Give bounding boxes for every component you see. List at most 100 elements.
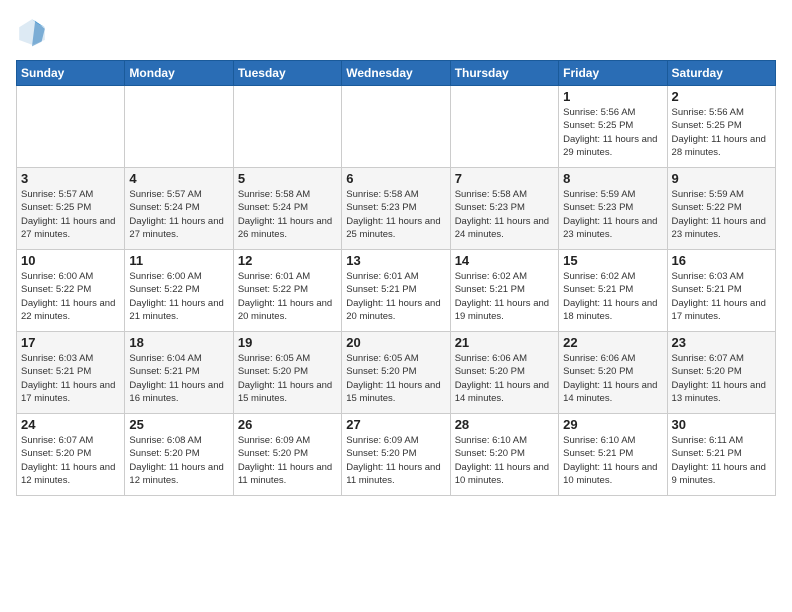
day-number: 5 bbox=[238, 171, 337, 186]
day-number: 26 bbox=[238, 417, 337, 432]
calendar-cell: 7 Sunrise: 5:58 AM Sunset: 5:23 PM Daylig… bbox=[450, 168, 558, 250]
day-info: Sunrise: 6:03 AM Sunset: 5:21 PM Dayligh… bbox=[21, 352, 120, 405]
day-info: Sunrise: 5:57 AM Sunset: 5:24 PM Dayligh… bbox=[129, 188, 228, 241]
calendar-cell: 20 Sunrise: 6:05 AM Sunset: 5:20 PM Dayli… bbox=[342, 332, 450, 414]
day-number: 12 bbox=[238, 253, 337, 268]
weekday-header: Saturday bbox=[667, 61, 775, 86]
weekday-header: Monday bbox=[125, 61, 233, 86]
calendar-cell: 17 Sunrise: 6:03 AM Sunset: 5:21 PM Dayli… bbox=[17, 332, 125, 414]
calendar-week-row: 3 Sunrise: 5:57 AM Sunset: 5:25 PM Daylig… bbox=[17, 168, 776, 250]
logo-icon bbox=[16, 16, 48, 48]
calendar-cell bbox=[450, 86, 558, 168]
day-number: 23 bbox=[672, 335, 771, 350]
day-number: 24 bbox=[21, 417, 120, 432]
calendar-cell: 8 Sunrise: 5:59 AM Sunset: 5:23 PM Daylig… bbox=[559, 168, 667, 250]
day-number: 1 bbox=[563, 89, 662, 104]
calendar-cell: 2Sunrise: 5:56 AM Sunset: 5:25 PM Daylig… bbox=[667, 86, 775, 168]
calendar-cell: 15 Sunrise: 6:02 AM Sunset: 5:21 PM Dayli… bbox=[559, 250, 667, 332]
day-info: Sunrise: 6:06 AM Sunset: 5:20 PM Dayligh… bbox=[455, 352, 554, 405]
day-number: 29 bbox=[563, 417, 662, 432]
day-number: 10 bbox=[21, 253, 120, 268]
calendar-cell bbox=[125, 86, 233, 168]
calendar-cell: 10 Sunrise: 6:00 AM Sunset: 5:22 PM Dayli… bbox=[17, 250, 125, 332]
day-number: 8 bbox=[563, 171, 662, 186]
weekday-header: Tuesday bbox=[233, 61, 341, 86]
day-number: 4 bbox=[129, 171, 228, 186]
calendar-cell: 14 Sunrise: 6:02 AM Sunset: 5:21 PM Dayli… bbox=[450, 250, 558, 332]
weekday-header: Thursday bbox=[450, 61, 558, 86]
day-number: 11 bbox=[129, 253, 228, 268]
calendar-week-row: 24 Sunrise: 6:07 AM Sunset: 5:20 PM Dayli… bbox=[17, 414, 776, 496]
calendar-week-row: 1 Sunrise: 5:56 AM Sunset: 5:25 PM Daylig… bbox=[17, 86, 776, 168]
day-info: Sunrise: 6:07 AM Sunset: 5:20 PM Dayligh… bbox=[21, 434, 120, 487]
weekday-header-row: SundayMondayTuesdayWednesdayThursdayFrid… bbox=[17, 61, 776, 86]
calendar-cell bbox=[342, 86, 450, 168]
day-number: 27 bbox=[346, 417, 445, 432]
day-number: 3 bbox=[21, 171, 120, 186]
day-info: Sunrise: 6:09 AM Sunset: 5:20 PM Dayligh… bbox=[346, 434, 445, 487]
calendar-cell bbox=[233, 86, 341, 168]
calendar-cell: 5Sunrise: 5:58 AM Sunset: 5:24 PM Daylig… bbox=[233, 168, 341, 250]
day-info: Sunrise: 6:09 AM Sunset: 5:20 PM Dayligh… bbox=[238, 434, 337, 487]
day-info: Sunrise: 6:04 AM Sunset: 5:21 PM Dayligh… bbox=[129, 352, 228, 405]
calendar-cell: 30Sunrise: 6:11 AM Sunset: 5:21 PM Dayli… bbox=[667, 414, 775, 496]
calendar-cell bbox=[17, 86, 125, 168]
day-number: 9 bbox=[672, 171, 771, 186]
day-info: Sunrise: 5:58 AM Sunset: 5:23 PM Dayligh… bbox=[346, 188, 445, 241]
calendar-cell: 11 Sunrise: 6:00 AM Sunset: 5:22 PM Dayli… bbox=[125, 250, 233, 332]
day-info: Sunrise: 6:10 AM Sunset: 5:20 PM Dayligh… bbox=[455, 434, 554, 487]
day-info: Sunrise: 6:07 AM Sunset: 5:20 PM Dayligh… bbox=[672, 352, 771, 405]
day-info: Sunrise: 5:58 AM Sunset: 5:23 PM Dayligh… bbox=[455, 188, 554, 241]
day-number: 14 bbox=[455, 253, 554, 268]
day-info: Sunrise: 6:05 AM Sunset: 5:20 PM Dayligh… bbox=[238, 352, 337, 405]
calendar-cell: 19Sunrise: 6:05 AM Sunset: 5:20 PM Dayli… bbox=[233, 332, 341, 414]
day-info: Sunrise: 6:01 AM Sunset: 5:22 PM Dayligh… bbox=[238, 270, 337, 323]
day-info: Sunrise: 5:57 AM Sunset: 5:25 PM Dayligh… bbox=[21, 188, 120, 241]
weekday-header: Wednesday bbox=[342, 61, 450, 86]
day-number: 16 bbox=[672, 253, 771, 268]
calendar-cell: 28Sunrise: 6:10 AM Sunset: 5:20 PM Dayli… bbox=[450, 414, 558, 496]
day-info: Sunrise: 6:02 AM Sunset: 5:21 PM Dayligh… bbox=[455, 270, 554, 323]
day-number: 17 bbox=[21, 335, 120, 350]
calendar-week-row: 10 Sunrise: 6:00 AM Sunset: 5:22 PM Dayli… bbox=[17, 250, 776, 332]
day-info: Sunrise: 5:56 AM Sunset: 5:25 PM Dayligh… bbox=[563, 106, 662, 159]
calendar-cell: 24 Sunrise: 6:07 AM Sunset: 5:20 PM Dayli… bbox=[17, 414, 125, 496]
calendar-cell: 22 Sunrise: 6:06 AM Sunset: 5:20 PM Dayli… bbox=[559, 332, 667, 414]
calendar-table: SundayMondayTuesdayWednesdayThursdayFrid… bbox=[16, 60, 776, 496]
day-number: 21 bbox=[455, 335, 554, 350]
calendar-cell: 25 Sunrise: 6:08 AM Sunset: 5:20 PM Dayli… bbox=[125, 414, 233, 496]
day-number: 20 bbox=[346, 335, 445, 350]
calendar-cell: 6 Sunrise: 5:58 AM Sunset: 5:23 PM Daylig… bbox=[342, 168, 450, 250]
day-number: 18 bbox=[129, 335, 228, 350]
day-info: Sunrise: 6:11 AM Sunset: 5:21 PM Dayligh… bbox=[672, 434, 771, 487]
calendar-cell: 18 Sunrise: 6:04 AM Sunset: 5:21 PM Dayli… bbox=[125, 332, 233, 414]
calendar-cell: 23 Sunrise: 6:07 AM Sunset: 5:20 PM Dayli… bbox=[667, 332, 775, 414]
calendar-cell: 1 Sunrise: 5:56 AM Sunset: 5:25 PM Daylig… bbox=[559, 86, 667, 168]
day-info: Sunrise: 5:59 AM Sunset: 5:22 PM Dayligh… bbox=[672, 188, 771, 241]
day-number: 6 bbox=[346, 171, 445, 186]
day-info: Sunrise: 6:10 AM Sunset: 5:21 PM Dayligh… bbox=[563, 434, 662, 487]
calendar-cell: 29 Sunrise: 6:10 AM Sunset: 5:21 PM Dayli… bbox=[559, 414, 667, 496]
day-number: 15 bbox=[563, 253, 662, 268]
calendar-cell: 27 Sunrise: 6:09 AM Sunset: 5:20 PM Dayli… bbox=[342, 414, 450, 496]
calendar-cell: 26 Sunrise: 6:09 AM Sunset: 5:20 PM Dayli… bbox=[233, 414, 341, 496]
day-info: Sunrise: 6:08 AM Sunset: 5:20 PM Dayligh… bbox=[129, 434, 228, 487]
calendar-cell: 12 Sunrise: 6:01 AM Sunset: 5:22 PM Dayli… bbox=[233, 250, 341, 332]
day-number: 7 bbox=[455, 171, 554, 186]
calendar-cell: 13 Sunrise: 6:01 AM Sunset: 5:21 PM Dayli… bbox=[342, 250, 450, 332]
day-info: Sunrise: 6:00 AM Sunset: 5:22 PM Dayligh… bbox=[21, 270, 120, 323]
day-info: Sunrise: 6:03 AM Sunset: 5:21 PM Dayligh… bbox=[672, 270, 771, 323]
day-info: Sunrise: 6:02 AM Sunset: 5:21 PM Dayligh… bbox=[563, 270, 662, 323]
day-info: Sunrise: 6:00 AM Sunset: 5:22 PM Dayligh… bbox=[129, 270, 228, 323]
calendar-cell: 3 Sunrise: 5:57 AM Sunset: 5:25 PM Daylig… bbox=[17, 168, 125, 250]
day-info: Sunrise: 5:56 AM Sunset: 5:25 PM Dayligh… bbox=[672, 106, 771, 159]
day-info: Sunrise: 6:06 AM Sunset: 5:20 PM Dayligh… bbox=[563, 352, 662, 405]
day-number: 13 bbox=[346, 253, 445, 268]
day-number: 22 bbox=[563, 335, 662, 350]
day-number: 25 bbox=[129, 417, 228, 432]
calendar-cell: 4 Sunrise: 5:57 AM Sunset: 5:24 PM Daylig… bbox=[125, 168, 233, 250]
weekday-header: Sunday bbox=[17, 61, 125, 86]
day-info: Sunrise: 6:05 AM Sunset: 5:20 PM Dayligh… bbox=[346, 352, 445, 405]
day-info: Sunrise: 6:01 AM Sunset: 5:21 PM Dayligh… bbox=[346, 270, 445, 323]
day-info: Sunrise: 5:59 AM Sunset: 5:23 PM Dayligh… bbox=[563, 188, 662, 241]
